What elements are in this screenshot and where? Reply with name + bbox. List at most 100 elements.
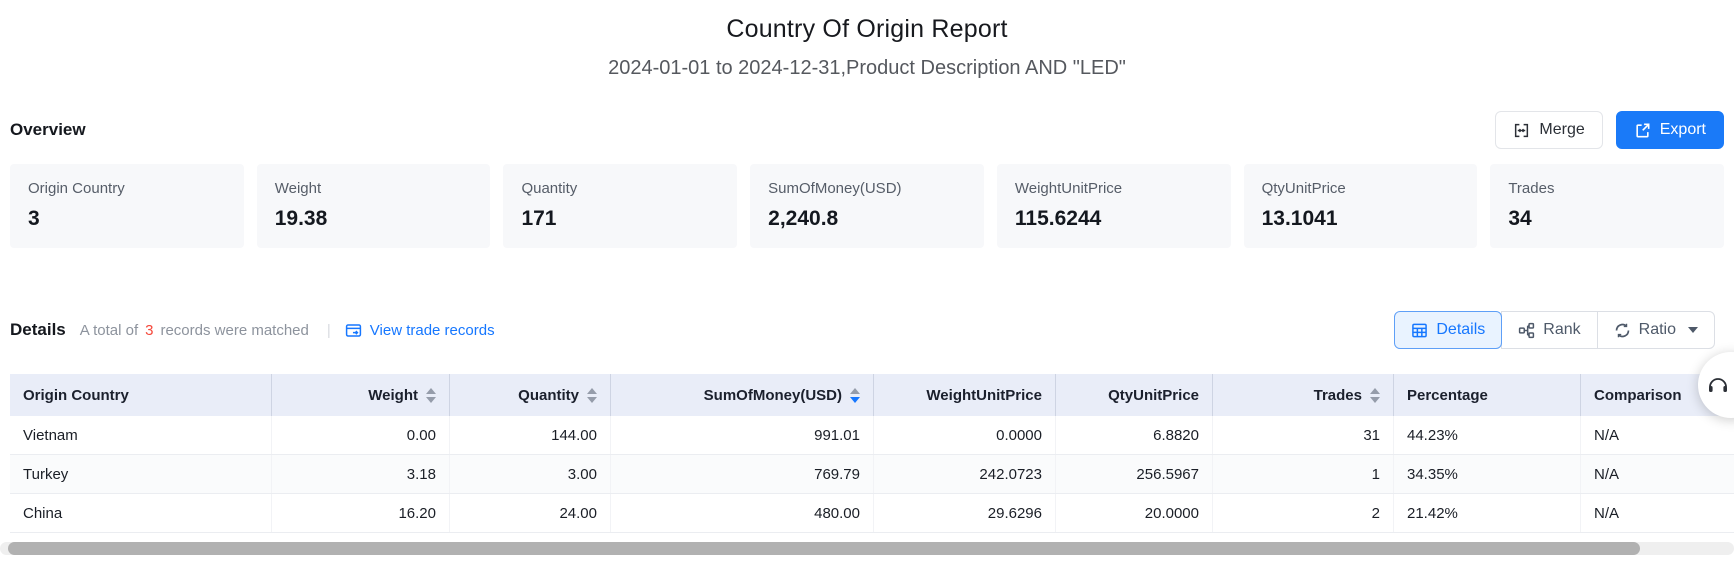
summary-suffix: records were matched xyxy=(160,322,308,339)
column-label: SumOfMoney(USD) xyxy=(704,387,842,404)
stat-label: WeightUnitPrice xyxy=(1015,180,1213,197)
cell: 31 xyxy=(1213,416,1394,454)
stat-label: Weight xyxy=(275,180,473,197)
stat-card: Trades 34 xyxy=(1490,164,1724,248)
cell: 1 xyxy=(1213,455,1394,493)
export-label: Export xyxy=(1660,121,1706,139)
stat-card: Weight 19.38 xyxy=(257,164,491,248)
cell: 20.0000 xyxy=(1056,494,1213,532)
cell: 0.00 xyxy=(272,416,450,454)
match-count: 3 xyxy=(145,322,153,339)
view-trade-records-link[interactable]: View trade records xyxy=(345,322,495,339)
report-subtitle: 2024-01-01 to 2024-12-31,Product Descrip… xyxy=(0,57,1734,80)
stat-card: WeightUnitPrice 115.6244 xyxy=(997,164,1231,248)
overview-heading: Overview xyxy=(10,120,86,140)
horizontal-scrollbar-track[interactable] xyxy=(0,542,1734,555)
sort-icon[interactable] xyxy=(1370,388,1380,403)
details-header: Details A total of 3 records were matche… xyxy=(10,310,1724,350)
stat-value: 2,240.8 xyxy=(768,207,966,231)
column-label: Percentage xyxy=(1407,387,1488,404)
cell: 242.0723 xyxy=(874,455,1056,493)
overview-actions: Merge Export xyxy=(1495,111,1724,149)
column-header-sumofmoney-usd[interactable]: SumOfMoney(USD) xyxy=(611,374,874,416)
cell: 21.42% xyxy=(1394,494,1581,532)
ratio-icon xyxy=(1614,322,1631,339)
cell: 44.23% xyxy=(1394,416,1581,454)
stat-label: Trades xyxy=(1508,180,1706,197)
horizontal-scrollbar-thumb[interactable] xyxy=(8,542,1640,555)
stat-value: 13.1041 xyxy=(1262,207,1460,231)
stat-card: Quantity 171 xyxy=(503,164,737,248)
stat-card: SumOfMoney(USD) 2,240.8 xyxy=(750,164,984,248)
stat-card: QtyUnitPrice 13.1041 xyxy=(1244,164,1478,248)
cell: 769.79 xyxy=(611,455,874,493)
column-label: Origin Country xyxy=(23,387,129,404)
tab-label: Ratio xyxy=(1639,321,1676,339)
divider: | xyxy=(327,322,331,339)
column-header-percentage: Percentage xyxy=(1394,374,1581,416)
table-row: Turkey3.183.00769.79242.0723256.5967134.… xyxy=(10,455,1734,494)
cell: 2 xyxy=(1213,494,1394,532)
column-header-weight[interactable]: Weight xyxy=(272,374,450,416)
column-header-quantity[interactable]: Quantity xyxy=(450,374,611,416)
table-row: Vietnam0.00144.00991.010.00006.88203144.… xyxy=(10,416,1734,455)
overview-cards: Origin Country 3 Weight 19.38 Quantity 171 Sum… xyxy=(10,164,1724,248)
page-title: Country Of Origin Report xyxy=(0,0,1734,44)
sort-icon[interactable] xyxy=(850,388,860,403)
tab-rank[interactable]: Rank xyxy=(1501,311,1597,349)
merge-button[interactable]: Merge xyxy=(1495,111,1602,149)
table-header: Origin Country Weight Quantity SumOfMoney(U… xyxy=(10,374,1734,416)
match-summary: A total of 3 records were matched xyxy=(80,322,309,339)
column-label: Weight xyxy=(368,387,418,404)
cell: N/A xyxy=(1581,416,1734,454)
cell: Vietnam xyxy=(10,416,272,454)
view-switcher: Details Rank Rat xyxy=(1395,311,1715,349)
sort-icon[interactable] xyxy=(587,388,597,403)
stat-value: 19.38 xyxy=(275,207,473,231)
tab-ratio[interactable]: Ratio xyxy=(1597,311,1715,349)
stat-label: SumOfMoney(USD) xyxy=(768,180,966,197)
stat-label: Quantity xyxy=(521,180,719,197)
merge-icon xyxy=(1513,122,1530,139)
column-header-trades[interactable]: Trades xyxy=(1213,374,1394,416)
table-body: Vietnam0.00144.00991.010.00006.88203144.… xyxy=(10,416,1734,533)
table-row: China16.2024.00480.0029.629620.0000221.4… xyxy=(10,494,1734,533)
stat-value: 34 xyxy=(1508,207,1706,231)
cell: 29.6296 xyxy=(874,494,1056,532)
column-label: Comparison xyxy=(1594,387,1682,404)
tab-details[interactable]: Details xyxy=(1394,311,1502,349)
rank-icon xyxy=(1518,322,1535,339)
cell: N/A xyxy=(1581,494,1734,532)
stat-value: 115.6244 xyxy=(1015,207,1213,231)
trade-records-label: View trade records xyxy=(370,322,495,339)
cell: Turkey xyxy=(10,455,272,493)
summary-prefix: A total of xyxy=(80,322,138,339)
merge-label: Merge xyxy=(1539,121,1584,139)
column-label: Trades xyxy=(1314,387,1362,404)
stat-label: QtyUnitPrice xyxy=(1262,180,1460,197)
stat-label: Origin Country xyxy=(28,180,226,197)
stat-card: Origin Country 3 xyxy=(10,164,244,248)
stat-value: 171 xyxy=(521,207,719,231)
cell: 3.18 xyxy=(272,455,450,493)
chevron-down-icon xyxy=(1688,327,1698,333)
cell: 16.20 xyxy=(272,494,450,532)
stat-value: 3 xyxy=(28,207,226,231)
column-header-qtyunitprice: QtyUnitPrice xyxy=(1056,374,1213,416)
cell: 256.5967 xyxy=(1056,455,1213,493)
cell: 6.8820 xyxy=(1056,416,1213,454)
cell: 991.01 xyxy=(611,416,874,454)
export-button[interactable]: Export xyxy=(1616,111,1724,149)
sort-icon[interactable] xyxy=(426,388,436,403)
cell: 3.00 xyxy=(450,455,611,493)
details-grid-icon xyxy=(1411,322,1428,339)
column-label: WeightUnitPrice xyxy=(926,387,1042,404)
cell: N/A xyxy=(1581,455,1734,493)
overview-header: Overview Merge Export xyxy=(10,110,1724,150)
cell: 144.00 xyxy=(450,416,611,454)
details-table: Origin Country Weight Quantity SumOfMoney(U… xyxy=(10,374,1734,533)
tab-label: Rank xyxy=(1543,321,1580,339)
cell: China xyxy=(10,494,272,532)
column-header-origin-country: Origin Country xyxy=(10,374,272,416)
column-label: Quantity xyxy=(518,387,579,404)
